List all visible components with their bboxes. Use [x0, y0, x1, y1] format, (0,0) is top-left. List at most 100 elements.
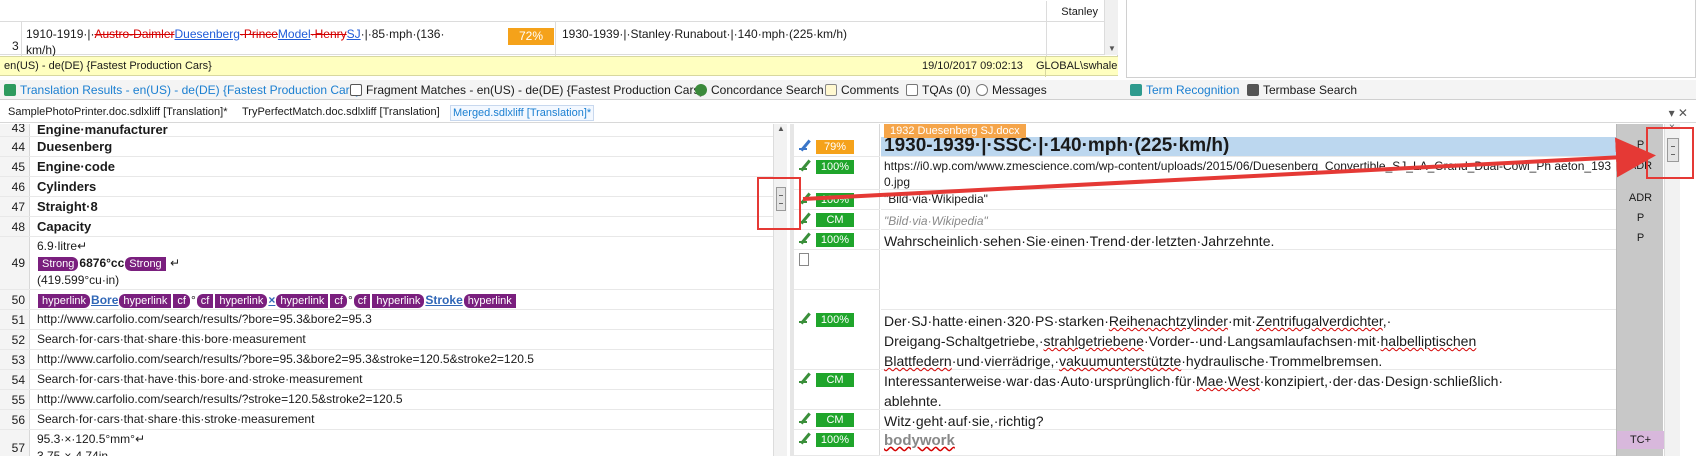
- target-segment[interactable]: Interessanterweise·war·das·Auto·ursprüng…: [881, 370, 1616, 410]
- segment-row-44[interactable]: 44 Duesenberg: [0, 137, 773, 157]
- target-text[interactable]: Interessanterweise·war·das·Auto·ursprüng…: [884, 371, 1614, 411]
- target-segment[interactable]: "Bild·via·Wikipedia": [881, 210, 1616, 230]
- segment-row-45[interactable]: 45 Engine·code: [0, 157, 773, 177]
- status-cell[interactable]: CM: [794, 370, 880, 410]
- tab-messages[interactable]: Messages: [976, 81, 1047, 99]
- status-cell[interactable]: [794, 250, 880, 290]
- target-text[interactable]: Wahrscheinlich·sehen·Sie·einen·Trend·der…: [884, 231, 1614, 251]
- segment-row-52[interactable]: 52 Search·for·cars·that·share·this·bore·…: [0, 330, 773, 350]
- segment-row-51[interactable]: 51 http://www.carfolio.com/search/result…: [0, 310, 773, 330]
- hyperlink-tag[interactable]: hyperlink: [463, 294, 516, 308]
- status-cell[interactable]: CM: [794, 210, 880, 230]
- segment-source[interactable]: Search·for·cars·that·share·this·stroke·m…: [37, 411, 314, 428]
- strong-tag-close[interactable]: Strong: [125, 257, 166, 271]
- tm-result-row[interactable]: 3 1910-1919·|·Austro-DaimlerDuesenberg·P…: [0, 1, 1104, 57]
- hyperlink-tag[interactable]: hyperlink: [215, 294, 268, 308]
- target-text[interactable]: "Bild·via·Wikipedia": [884, 211, 1614, 231]
- segment-number: 54: [0, 370, 30, 389]
- hyperlink-tag[interactable]: hyperlink: [119, 294, 172, 308]
- editor-grid: 43 Engine·manufacturer 44 Duesenberg 45 …: [0, 124, 1696, 456]
- segment-row-43[interactable]: 43 Engine·manufacturer: [0, 124, 773, 137]
- segment-source[interactable]: 6.9·litre↵ Strong 6876°cc Strong ↵ (419.59…: [37, 238, 180, 289]
- status-cell[interactable]: CM: [794, 410, 880, 430]
- segment-source[interactable]: http://www.carfolio.com/search/results/?…: [37, 391, 403, 408]
- target-segment[interactable]: Wahrscheinlich·sehen·Sie·einen·Trend·der…: [881, 230, 1616, 250]
- target-segment[interactable]: "Bild·via·Wikipedia": [881, 190, 1616, 210]
- segment-row-54[interactable]: 54 Search·for·cars·that·have·this·bore·a…: [0, 370, 773, 390]
- doc-tab-merged[interactable]: Merged.sdlxliff [Translation]*: [450, 105, 595, 121]
- not-translated-doc-icon: [799, 253, 809, 266]
- segment-source-bold: 6876°cc: [79, 256, 125, 270]
- segment-row-53[interactable]: 53 http://www.carfolio.com/search/result…: [0, 350, 773, 370]
- target-segment-active[interactable]: 1930-1939·|·SSC·|·140·mph·(225·km/h): [881, 135, 1616, 157]
- tab-term-recognition[interactable]: Term Recognition: [1130, 81, 1239, 99]
- match-badge: 79%: [816, 140, 854, 154]
- segment-source[interactable]: hyperlink Bore hyperlink cf ° cf hyperlink × hyp…: [37, 292, 517, 309]
- status-cell[interactable]: 100%: [794, 430, 880, 456]
- tab-translation-results[interactable]: Translation Results - en(US) - de(DE) {F…: [4, 81, 360, 99]
- target-text[interactable]: "Bild·via·Wikipedia": [884, 191, 1614, 207]
- tm-results-scrollbar[interactable]: ▼: [1104, 0, 1118, 55]
- doc-tab-controls[interactable]: ▾ ✕: [1669, 106, 1688, 120]
- hyperlink-tag[interactable]: hyperlink: [276, 294, 329, 308]
- segment-row-47[interactable]: 47 Straight·8: [0, 197, 773, 217]
- tab-tqas[interactable]: TQAs (0): [906, 81, 971, 99]
- tab-comments[interactable]: Comments: [825, 81, 899, 99]
- cf-tag[interactable]: cf: [353, 294, 371, 308]
- segment-source[interactable]: Duesenberg: [37, 138, 112, 155]
- cf-tag[interactable]: cf: [173, 294, 190, 308]
- cf-tag[interactable]: cf: [196, 294, 214, 308]
- hyperlink-tag[interactable]: hyperlink: [372, 294, 425, 308]
- messages-icon: [976, 84, 988, 96]
- target-segment-empty[interactable]: [881, 250, 1616, 310]
- segment-row-55[interactable]: 55 http://www.carfolio.com/search/result…: [0, 390, 773, 410]
- segment-source[interactable]: Capacity: [37, 218, 91, 235]
- target-text[interactable]: https://i0.wp.com/www.zmescience.com/wp-…: [884, 158, 1614, 190]
- status-cell[interactable]: 100%: [794, 157, 880, 190]
- scroll-up-icon[interactable]: ▲: [777, 124, 785, 133]
- segment-row-46[interactable]: 46 Cylinders: [0, 177, 773, 197]
- doc-tab-sample-photo-printer[interactable]: SamplePhotoPrinter.doc.sdlxliff [Transla…: [6, 105, 230, 119]
- target-text[interactable]: Der·SJ·hatte·einen·320·PS·starken·Reihen…: [884, 311, 1614, 371]
- target-text[interactable]: bodywork: [884, 431, 1614, 451]
- target-text-run: ·Vorder-·und·Langsamlaufachsen·mit·: [1143, 333, 1381, 349]
- segment-source[interactable]: Engine·code: [37, 158, 115, 175]
- segment-source[interactable]: Straight·8: [37, 198, 98, 215]
- segment-source[interactable]: Search·for·cars·that·have·this·bore·and·…: [37, 371, 362, 388]
- segment-row-50[interactable]: 50 hyperlink Bore hyperlink cf ° cf hyperlink ×…: [0, 290, 773, 310]
- status-cell[interactable]: 100%: [794, 230, 880, 250]
- segment-source[interactable]: http://www.carfolio.com/search/results/?…: [37, 311, 372, 328]
- confirmed-pen-icon: [798, 312, 812, 326]
- status-cell[interactable]: 79%: [794, 137, 880, 157]
- target-text[interactable]: Witz·geht·auf·sie,·richtig?: [884, 411, 1614, 431]
- scroll-down-icon[interactable]: ▼: [1108, 44, 1116, 53]
- segment-source[interactable]: http://www.carfolio.com/search/results/?…: [37, 351, 534, 368]
- segment-source[interactable]: 95.3·×·120.5°mm°↵ 3.75·×·4.74in: [37, 431, 145, 456]
- segment-row-48[interactable]: 48 Capacity: [0, 217, 773, 237]
- tm-match-percent-badge: 72%: [508, 28, 554, 45]
- segment-source-line: (419.599°cu·in): [37, 273, 120, 287]
- hyperlink-tag[interactable]: hyperlink: [38, 294, 91, 308]
- segment-number: 45: [0, 157, 30, 176]
- target-segment[interactable]: https://i0.wp.com/www.zmescience.com/wp-…: [881, 157, 1616, 190]
- target-text-run: Dreigang-Schaltgetriebe,·: [884, 333, 1044, 349]
- segment-row-57[interactable]: 57 95.3·×·120.5°mm°↵ 3.75·×·4.74in: [0, 430, 773, 456]
- segment-source[interactable]: Engine·manufacturer: [37, 124, 168, 138]
- status-cell[interactable]: 100%: [794, 190, 880, 210]
- segment-source[interactable]: Cylinders: [37, 178, 96, 195]
- source-scrollbar[interactable]: ▲: [773, 124, 787, 456]
- target-segment[interactable]: Der·SJ·hatte·einen·320·PS·starken·Reihen…: [881, 310, 1616, 370]
- segment-source[interactable]: Search·for·cars·that·share·this·bore·mea…: [37, 331, 306, 348]
- cf-tag[interactable]: cf: [330, 294, 347, 308]
- tab-concordance-search[interactable]: Concordance Search: [695, 81, 824, 99]
- segment-row-56[interactable]: 56 Search·for·cars·that·share·this·strok…: [0, 410, 773, 430]
- segment-source-line: 95.3·×·120.5°mm°↵: [37, 432, 146, 446]
- strong-tag-open[interactable]: Strong: [38, 257, 79, 271]
- doc-tab-try-perfect-match[interactable]: TryPerfectMatch.doc.sdlxliff [Translatio…: [240, 105, 442, 119]
- segment-row-49[interactable]: 49 6.9·litre↵ Strong 6876°cc Strong ↵ (419…: [0, 237, 773, 290]
- status-cell[interactable]: 100%: [794, 310, 880, 370]
- target-segment[interactable]: bodywork: [881, 430, 1616, 456]
- tab-fragment-matches[interactable]: Fragment Matches - en(US) - de(DE) {Fast…: [350, 81, 703, 99]
- target-segment[interactable]: Witz·geht·auf·sie,·richtig?: [881, 410, 1616, 430]
- tab-termbase-search[interactable]: Termbase Search: [1247, 81, 1357, 99]
